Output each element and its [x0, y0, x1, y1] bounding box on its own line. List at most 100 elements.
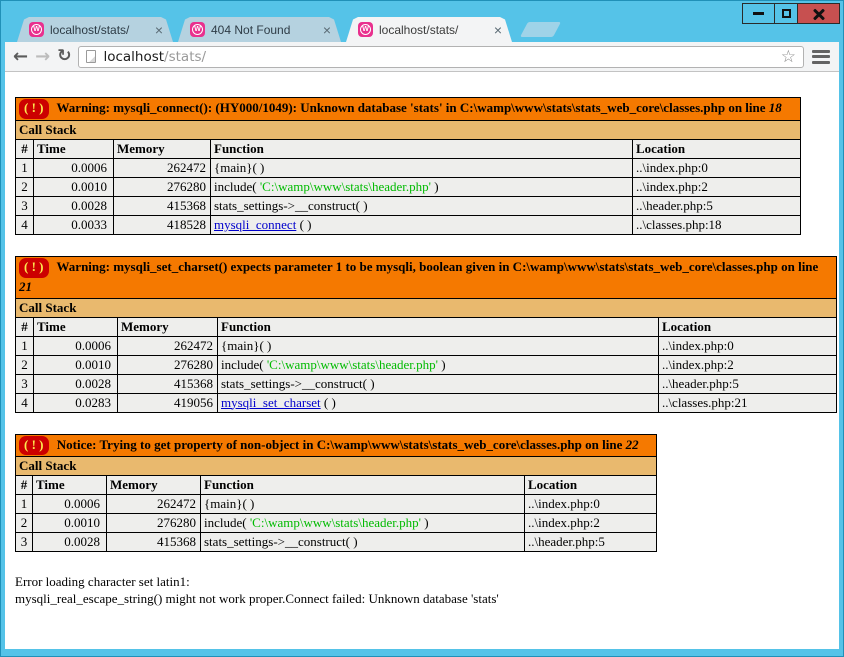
column-header-function: Function — [210, 138, 633, 159]
frame-number: 2 — [15, 354, 34, 375]
call-stack-label: Call Stack — [15, 297, 837, 318]
frame-number: 3 — [15, 373, 34, 394]
stack-frame-row: 4 0.0283 419056 mysqli_set_charset ( ) ..\cl… — [15, 392, 838, 413]
frame-number: 2 — [15, 513, 33, 534]
column-header-num: # — [15, 316, 34, 337]
frame-number: 1 — [15, 157, 34, 178]
warning-icon: ( ! ) — [19, 99, 49, 119]
column-header-memory: Memory — [117, 316, 218, 337]
frame-number: 1 — [15, 494, 33, 515]
frame-time: 0.0010 — [33, 176, 114, 197]
error-message-text: Notice: Trying to get property of non-ob… — [53, 436, 626, 452]
tab-close-icon[interactable]: × — [153, 23, 165, 37]
close-icon — [812, 7, 825, 21]
stack-frame-row: 3 0.0028 415368 stats_settings->__construct… — [15, 532, 658, 553]
tab-title: localhost/stats/ — [50, 22, 130, 37]
error-message: ( ! ) Warning: mysqli_set_charset() expe… — [15, 255, 837, 299]
column-header-num: # — [15, 475, 33, 496]
tab-localhost-stats-1[interactable]: W localhost/stats/ × — [17, 17, 173, 42]
error-line-number: 21 — [19, 278, 32, 294]
wamp-favicon: W — [358, 22, 373, 37]
frame-location: ..\index.php:2 — [523, 513, 658, 534]
frame-location: ..\header.php:5 — [631, 195, 802, 216]
frame-location: ..\index.php:0 — [631, 157, 802, 178]
frame-memory: 262472 — [113, 157, 211, 178]
window-maximize-button[interactable] — [774, 4, 797, 23]
browser-toolbar: ← → ↻ localhost/stats/ ☆ — [5, 42, 839, 72]
window-controls — [742, 3, 840, 24]
frame-function: include( 'C:\wamp\www\stats\header.php' … — [217, 354, 659, 375]
frame-time: 0.0010 — [32, 513, 107, 534]
error-list: ( ! ) Warning: mysqli_connect(): (HY000/… — [15, 97, 839, 553]
call-stack-label: Call Stack — [15, 119, 801, 140]
frame-function: include( 'C:\wamp\www\stats\header.php' … — [200, 513, 525, 534]
error-header-row: ( ! ) Warning: mysqli_set_charset() expe… — [15, 255, 837, 299]
column-header-memory: Memory — [113, 138, 211, 159]
frame-memory: 418528 — [113, 214, 211, 235]
browser-window: W localhost/stats/ × W 404 Not Found × W… — [0, 0, 844, 657]
column-header-num: # — [15, 138, 34, 159]
frame-time: 0.0283 — [33, 392, 118, 413]
frame-time: 0.0028 — [32, 532, 107, 553]
frame-function: stats_settings->__construct( ) — [200, 532, 525, 553]
stack-frame-row: 3 0.0028 415368 stats_settings->__construct… — [15, 373, 838, 394]
url-host: localhost — [103, 48, 165, 65]
tab-close-icon[interactable]: × — [492, 23, 504, 37]
warning-icon: ( ! ) — [19, 435, 49, 456]
frame-function: mysqli_connect ( ) — [210, 214, 633, 235]
error-line-number: 22 — [625, 436, 639, 452]
tab-localhost-stats-active[interactable]: W localhost/stats/ × — [346, 17, 512, 42]
frame-location: ..\index.php:0 — [657, 335, 838, 356]
reload-button[interactable]: ↻ — [57, 48, 71, 65]
frame-number: 3 — [15, 195, 34, 216]
tab-close-icon[interactable]: × — [321, 23, 333, 37]
forward-button[interactable]: → — [35, 47, 50, 66]
page-footer-text: Error loading character set latin1: mysq… — [15, 573, 839, 607]
frame-number: 2 — [15, 176, 34, 197]
menu-button[interactable] — [811, 49, 831, 64]
new-tab-button[interactable] — [520, 22, 561, 37]
frame-number: 1 — [15, 335, 34, 356]
frame-memory: 415368 — [117, 373, 218, 394]
error-message: ( ! ) Notice: Trying to get property of … — [15, 433, 657, 458]
tab-404-not-found[interactable]: W 404 Not Found × — [178, 17, 341, 42]
error-message: ( ! ) Warning: mysqli_connect(): (HY000/… — [15, 97, 801, 121]
column-header-location: Location — [523, 475, 658, 496]
column-header-time: Time — [32, 475, 107, 496]
tab-strip: W localhost/stats/ × W 404 Not Found × W… — [17, 17, 561, 42]
call-stack-row: Call Stack — [15, 119, 801, 140]
frame-memory: 415368 — [106, 532, 201, 553]
frame-location: ..\classes.php:18 — [631, 214, 802, 235]
address-bar[interactable]: localhost/stats/ ☆ — [78, 45, 804, 68]
frame-memory: 276280 — [106, 513, 201, 534]
frame-number: 4 — [15, 214, 34, 235]
stack-frame-row: 1 0.0006 262472 {main}( ) ..\index.php:0 — [15, 157, 802, 178]
function-doc-link[interactable]: mysqli_connect — [214, 217, 296, 232]
maximize-icon — [781, 9, 791, 18]
window-close-button[interactable] — [797, 4, 839, 23]
stack-frame-row: 1 0.0006 262472 {main}( ) ..\index.php:0 — [15, 335, 838, 356]
tab-title: 404 Not Found — [211, 22, 291, 37]
frame-function: include( 'C:\wamp\www\stats\header.php' … — [210, 176, 633, 197]
call-stack-row: Call Stack — [15, 297, 837, 318]
column-header-function: Function — [217, 316, 659, 337]
function-doc-link[interactable]: mysqli_set_charset — [221, 395, 321, 410]
column-header-time: Time — [33, 316, 118, 337]
frame-location: ..\classes.php:21 — [657, 392, 838, 413]
page-content: ( ! ) Warning: mysqli_connect(): (HY000/… — [5, 72, 839, 649]
back-button[interactable]: ← — [13, 47, 28, 66]
frame-function: {main}( ) — [217, 335, 659, 356]
column-header-time: Time — [33, 138, 114, 159]
frame-location: ..\index.php:2 — [657, 354, 838, 375]
window-minimize-button[interactable] — [743, 4, 774, 23]
tab-title: localhost/stats/ — [379, 22, 459, 37]
frame-location: ..\index.php:0 — [523, 494, 658, 515]
frame-location: ..\header.php:5 — [523, 532, 658, 553]
column-header-location: Location — [631, 138, 802, 159]
error-message-text: Warning: mysqli_set_charset() expects pa… — [53, 258, 819, 274]
column-header-location: Location — [657, 316, 838, 337]
frame-memory: 415368 — [113, 195, 211, 216]
frame-memory: 276280 — [113, 176, 211, 197]
bookmark-star-icon[interactable]: ☆ — [781, 47, 796, 67]
frame-number: 3 — [15, 532, 33, 553]
